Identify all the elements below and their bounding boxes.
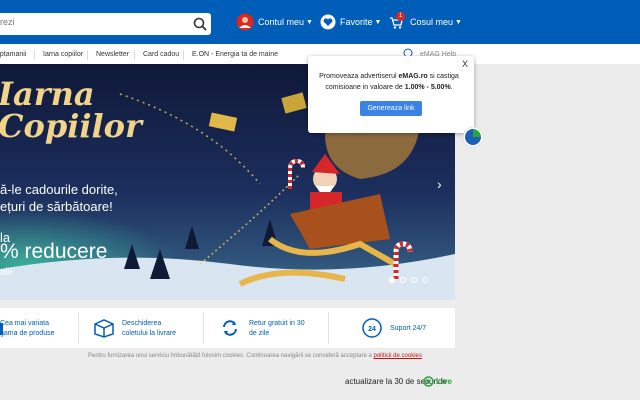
feature-divider [78,312,79,344]
feature-label-support: Suport 24/7 [390,324,426,334]
nav-divider [183,50,184,60]
search-bar[interactable]: rezi [0,13,211,35]
feature-divider [203,312,204,344]
feature-label-open-package: Deschiderea coletului la livrare [122,319,176,339]
popup-text-prefix: Promoveaza advertiserul [319,73,399,80]
cookie-text: Pentru furnizarea unui serviciu îmbunătă… [88,353,372,359]
nav-item-iarna-copiilor[interactable]: Iarna copiilor [43,51,83,58]
slider-dot[interactable] [400,277,406,283]
generate-link-button[interactable]: Genereaza link [360,101,422,116]
account-menu[interactable]: Contul meu ▼ [236,12,313,32]
popup-message: Promoveaza advertiserul eMAG.ro si casti… [314,71,464,93]
cookie-policy-link[interactable]: politicii de cookies [374,353,422,359]
cart-count-badge: 1 [396,12,405,21]
feature-line: Suport 24/7 [390,325,427,332]
banner-title-line2: Copiilor [0,107,142,145]
slider-dot[interactable] [411,277,417,283]
nav-item-card-cadou[interactable]: Card cadou [143,51,179,58]
live-label[interactable]: Live [436,377,452,386]
feature-label-variety: Cea mai variata gama de produse [0,319,54,339]
close-icon[interactable]: X [462,59,468,69]
cart-icon-wrap: 1 [389,12,406,30]
favorites-label: Favorite [340,17,373,27]
feature-divider [328,312,329,344]
nav-divider [34,50,35,60]
nav-divider [134,50,135,60]
slider-dot[interactable] [422,277,428,283]
user-avatar-icon [236,13,254,31]
live-refresh-icon[interactable] [423,376,434,387]
feature-line: gama de produse [0,330,55,337]
feature-line: de zile [249,330,270,337]
nav-item-newsletter[interactable]: Newsletter [96,51,129,58]
favorites-menu[interactable]: Favorite ▼ [320,12,381,32]
box-open-icon [94,319,114,338]
feature-line: Deschiderea [122,320,162,327]
chevron-down-icon: ▼ [306,18,313,26]
banner-discount: % reducere [0,240,108,263]
account-label: Contul meu [258,17,305,27]
chevron-down-icon: ▼ [455,18,462,26]
feature-line: Cea mai variata [0,320,50,327]
feature-line: Retur gratuit in 30 [249,320,305,327]
heart-icon [320,14,336,30]
banner-title-line1: Iarna [0,75,95,113]
slider-dot[interactable] [389,277,395,283]
cookie-notice: Pentru furnizarea unui serviciu îmbunătă… [88,353,468,359]
top-header-bar: rezi Contul meu ▼ Favorite ▼ 1 Cosul meu… [0,0,640,44]
cart-label: Cosul meu [410,17,454,27]
return-arrows-icon [223,320,237,336]
cart-menu[interactable]: 1 Cosul meu ▼ [389,12,462,32]
chevron-right-icon[interactable]: › [437,176,442,192]
search-icon[interactable] [191,15,209,33]
banner-details: alii [0,267,13,278]
nav-item-eon[interactable]: E.ON - Energia ta de maine [192,51,278,58]
extension-logo-icon[interactable] [462,126,484,148]
feature-line: coletului la livrare [122,330,177,337]
chevron-down-icon: ▼ [374,18,382,26]
nav-divider [87,50,88,60]
search-input[interactable]: rezi [0,17,15,27]
banner-title: Iarna Copiilor [0,78,142,142]
popup-commission: 1.00% - 5.00% [404,84,451,91]
svg-text:24: 24 [368,326,376,333]
popup-text-suffix: . [450,84,453,91]
banner-subtitle-line1: ă-le cadourile dorite, [0,182,118,197]
banner-subtitle-line2: ețuri de sărbătoare! [0,199,113,214]
affiliate-popup: X Promoveaza advertiserul eMAG.ro si cas… [308,56,474,133]
nav-item-saptamanii[interactable]: eptamanii [0,51,26,58]
support-24-7-icon: 24 [362,318,382,338]
feature-label-free-return: Retur gratuit in 30 de zile [249,319,305,339]
features-strip: Cea mai variata gama de produse Deschide… [0,308,455,348]
popup-advertiser: eMAG.ro [398,73,428,80]
